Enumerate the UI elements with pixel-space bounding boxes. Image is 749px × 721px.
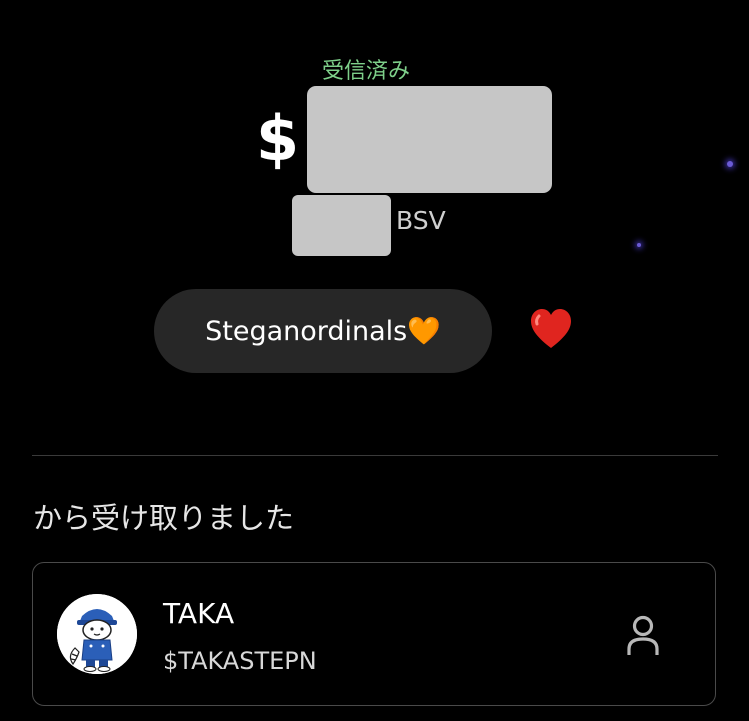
redacted-amount xyxy=(307,86,552,193)
redacted-bsv-amount xyxy=(292,195,391,256)
sender-name: TAKA xyxy=(163,597,235,630)
red-heart-icon[interactable] xyxy=(530,308,572,352)
received-from-label: から受け取りました xyxy=(33,501,295,535)
avatar xyxy=(57,594,137,674)
currency-symbol: $ xyxy=(256,102,300,175)
sender-handle: $TAKASTEPN xyxy=(163,647,317,675)
sender-card[interactable]: TAKA $TAKASTEPN xyxy=(32,562,716,706)
section-divider xyxy=(32,455,718,456)
app-name-button[interactable]: Steganordinals🧡 xyxy=(154,289,492,373)
cartoon-avatar-icon xyxy=(57,594,137,674)
person-icon[interactable] xyxy=(625,615,661,657)
unit-label: BSV xyxy=(396,206,446,235)
sparkle-decoration xyxy=(637,243,641,247)
status-label: 受信済み xyxy=(322,59,411,84)
sparkle-decoration xyxy=(727,161,733,167)
